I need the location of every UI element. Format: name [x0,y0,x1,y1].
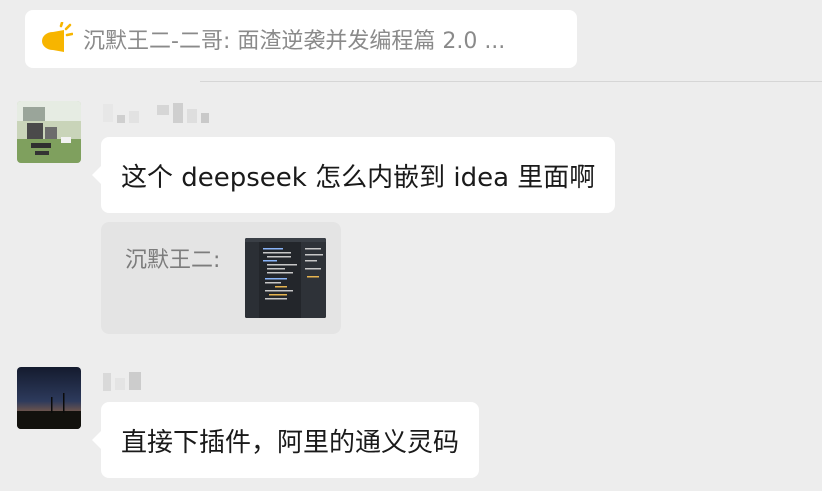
night-sky-avatar[interactable] [17,367,81,429]
message-text: 这个 deepseek 怎么内嵌到 idea 里面啊 [121,162,596,193]
quoted-sender: 沉默王二: [125,248,221,273]
megaphone-icon [42,22,73,52]
divider [200,81,822,82]
quoted-message[interactable]: 沉默王二: [101,222,341,334]
message-bubble[interactable]: 这个 deepseek 怎么内嵌到 idea 里面啊 [91,137,616,213]
pinned-message-text: 沉默王二-二哥: 面渣逆袭并发编程篇 2.0 ... [83,29,506,54]
code-screenshot-thumbnail[interactable] [245,238,326,318]
sender-name-blurred [103,101,209,125]
message-text: 直接下插件，阿里的通义灵码 [121,427,460,458]
sender-name-blurred [103,367,141,391]
message-bubble[interactable]: 直接下插件，阿里的通义灵码 [91,402,480,478]
chat-view: 沉默王二-二哥: 面渣逆袭并发编程篇 2.0 ... 这个 deepseek 怎… [0,0,822,491]
landscape-avatar[interactable] [17,101,81,163]
pinned-message-bar[interactable]: 沉默王二-二哥: 面渣逆袭并发编程篇 2.0 ... [25,10,577,68]
